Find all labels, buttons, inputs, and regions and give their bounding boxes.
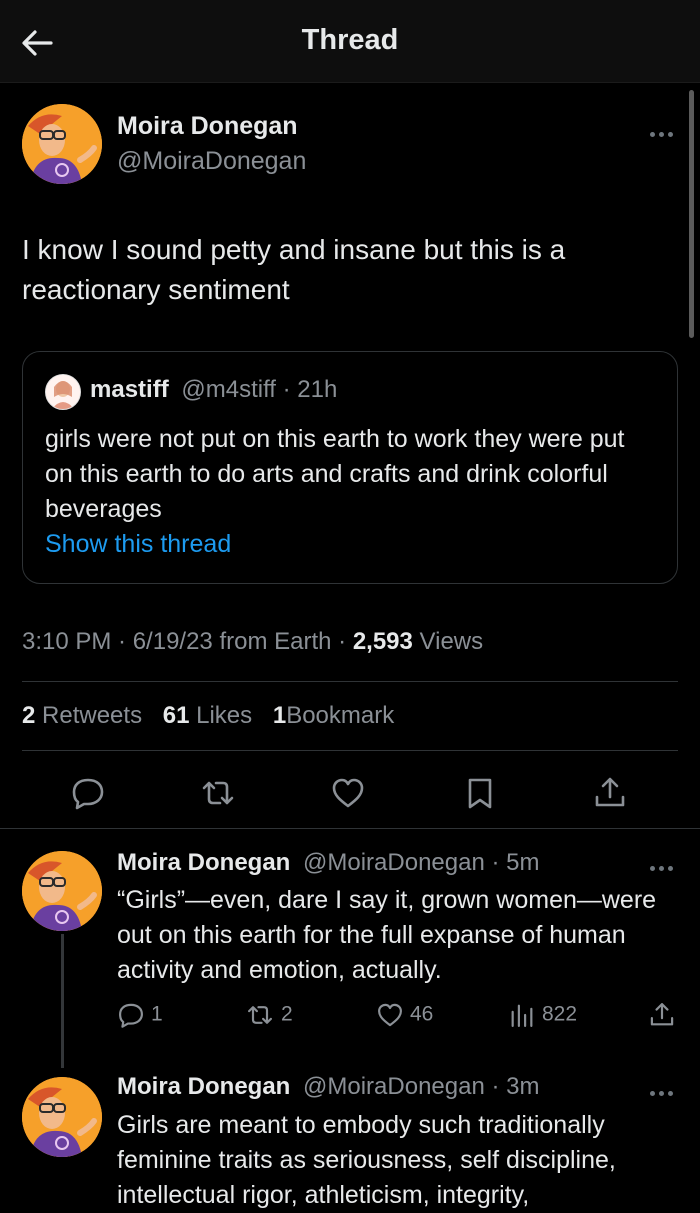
bookmarks-count: 1 — [272, 702, 287, 729]
likes-count: 61 — [162, 702, 190, 729]
like-count: 46 — [410, 1002, 434, 1026]
like-icon — [378, 1003, 402, 1027]
retweets-count: 2 — [22, 702, 36, 729]
more-options-icon[interactable] — [650, 1083, 680, 1096]
views-count: 822 — [542, 1002, 578, 1026]
bookmark-icon — [468, 778, 492, 809]
tweet-meta: 3:10 PM · 6/19/23 from Earth · 2,593 Vie… — [22, 628, 483, 656]
retweet-button[interactable] — [200, 775, 236, 811]
page-title: Thread — [301, 24, 399, 56]
divider — [22, 750, 678, 751]
like-button[interactable] — [330, 775, 366, 811]
reply-header: Moira Donegan @MoiraDonegan · 5m — [117, 849, 539, 877]
bookmarks-label: Bookmark — [286, 702, 395, 729]
reply-icon — [119, 1003, 143, 1028]
likes-label: Likes — [196, 702, 253, 729]
show-thread-link[interactable]: Show this thread — [45, 530, 231, 559]
divider — [22, 681, 678, 682]
divider — [0, 828, 700, 829]
share-button[interactable] — [592, 775, 628, 811]
thread-connector-line — [61, 934, 64, 1068]
avatar-image — [22, 104, 102, 184]
like-icon — [332, 778, 364, 808]
reply-handle-time: @MoiraDonegan · 3m — [303, 1073, 540, 1100]
share-icon — [650, 1003, 674, 1026]
quoted-avatar[interactable] — [45, 374, 81, 410]
reply-like-button[interactable]: 46 — [376, 1001, 433, 1029]
quoted-header: mastiff @m4stiff · 21h — [90, 376, 337, 404]
top-bar: Thread — [0, 0, 700, 83]
views-chart-icon — [511, 1004, 533, 1027]
reply-header: Moira Donegan @MoiraDonegan · 3m — [117, 1073, 539, 1101]
avatar-image — [22, 1077, 102, 1157]
quoted-handle-time: @m4stiff · 21h — [181, 376, 338, 403]
avatar-image — [22, 851, 102, 931]
tweet-text: I know I sound petty and insane but this… — [22, 234, 566, 305]
bookmarks-stat[interactable]: 1Bookmark — [273, 702, 394, 729]
quoted-author-name[interactable]: mastiff — [90, 376, 169, 403]
retweet-icon — [248, 1006, 272, 1024]
views-label: Views — [412, 628, 484, 655]
quoted-avatar-image — [46, 375, 80, 409]
reply-avatar[interactable] — [22, 851, 102, 931]
reply-icon — [72, 778, 104, 810]
retweet-icon — [202, 781, 234, 805]
tweet-timestamp[interactable]: 3:10 PM · 6/19/23 from Earth · — [22, 628, 353, 655]
reply-share-button[interactable] — [648, 1001, 682, 1029]
scrollbar[interactable] — [689, 90, 694, 338]
reply-retweet-button[interactable]: 2 — [245, 1001, 293, 1029]
more-options-icon[interactable] — [650, 858, 680, 871]
likes-stat[interactable]: 61 Likes — [163, 702, 252, 729]
reply-button[interactable] — [70, 775, 106, 811]
engagement-stats: 2 Retweets 61 Likes 1Bookmark — [22, 702, 394, 730]
reply-author-name[interactable]: Moira Donegan — [117, 1073, 290, 1100]
reply-count: 1 — [151, 1002, 163, 1026]
author-avatar[interactable] — [22, 104, 102, 184]
retweets-stat[interactable]: 2 Retweets — [22, 702, 142, 729]
retweet-count: 2 — [281, 1002, 293, 1026]
reply-reply-button[interactable]: 1 — [117, 1001, 163, 1029]
reply-handle-time: @MoiraDonegan · 5m — [303, 849, 540, 876]
reply-author-name[interactable]: Moira Donegan — [117, 849, 290, 876]
reply-text: Girls are meant to embody such tradition… — [117, 1111, 616, 1209]
share-icon — [595, 777, 625, 807]
reply-text: “Girls”—even, dare I say it, grown women… — [117, 886, 657, 984]
quoted-tweet[interactable]: mastiff @m4stiff · 21h girls were not pu… — [22, 351, 678, 584]
views-count: 2,593 — [352, 628, 413, 655]
bookmark-button[interactable] — [462, 775, 498, 811]
author-handle[interactable]: @MoiraDonegan — [117, 147, 306, 176]
author-name[interactable]: Moira Donegan — [117, 112, 298, 141]
reply-views-button[interactable]: 822 — [508, 1001, 577, 1029]
reply-avatar[interactable] — [22, 1077, 102, 1157]
more-options-icon[interactable] — [650, 124, 680, 137]
quoted-text: girls were not put on this earth to work… — [45, 425, 625, 523]
retweets-label: Retweets — [42, 702, 143, 729]
